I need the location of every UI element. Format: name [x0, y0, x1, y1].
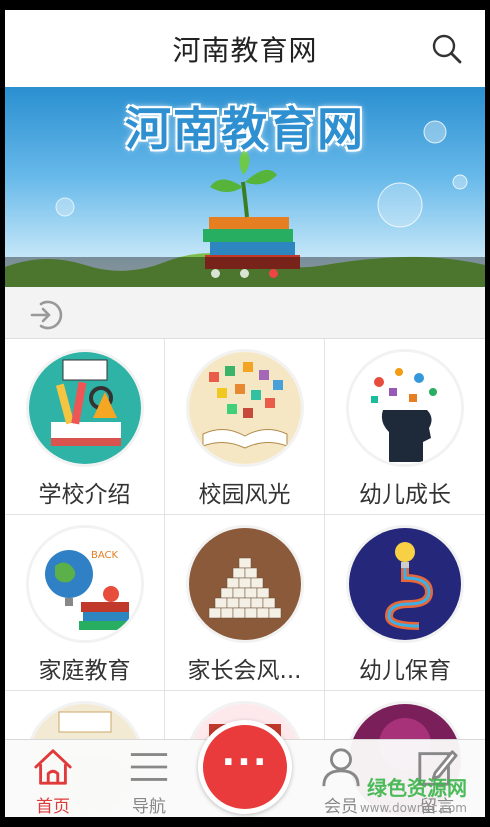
tab-navigation[interactable]: 导航	[101, 740, 197, 817]
carousel-dot[interactable]	[240, 269, 249, 278]
category-grid: 学校介绍 校园风光 幼儿成长 BACK 家庭教育 家长会风... 幼儿保育	[5, 339, 485, 827]
open-book-thumb	[185, 349, 304, 467]
page-title: 河南教育网	[172, 33, 318, 67]
education-lightbulb-thumb	[346, 525, 464, 643]
tab-label: 导航	[132, 797, 166, 817]
grid-item-label: 幼儿保育	[359, 658, 451, 684]
carousel-indicators	[211, 269, 278, 278]
head-ideas-thumb	[346, 349, 464, 467]
user-icon	[322, 748, 360, 787]
grid-item-child-growth[interactable]: 幼儿成长	[325, 339, 485, 515]
system-nav-bar	[5, 817, 485, 827]
alphabet-blocks-thumb	[185, 525, 304, 643]
grid-item-child-care[interactable]: 幼儿保育	[325, 515, 485, 691]
top-header: 河南教育网	[5, 10, 485, 87]
grid-item-label: 学校介绍	[38, 482, 131, 508]
globe-books-thumb: BACK	[25, 525, 144, 643]
back-to-school-thumb	[25, 349, 144, 467]
grid-item-label: 校园风光	[198, 482, 291, 508]
tab-label: 会员	[324, 797, 358, 817]
carousel-dot-active[interactable]	[269, 269, 278, 278]
grid-item-parent-meeting[interactable]: 家长会风...	[165, 515, 325, 691]
tab-home[interactable]: 首页	[5, 740, 101, 817]
tab-label: 留言	[420, 797, 454, 817]
menu-icon	[130, 753, 168, 781]
grid-item-school-intro[interactable]: 学校介绍	[5, 339, 165, 515]
logout-icon[interactable]	[29, 297, 65, 333]
more-button[interactable]: ···	[198, 720, 292, 814]
edit-icon	[418, 750, 458, 786]
search-icon[interactable]	[431, 33, 463, 65]
login-bar	[5, 287, 485, 339]
app-screen: 河南教育网 河南教育网 学校介绍 校园风光 幼儿成长 BACK 家庭教育 家长会…	[5, 0, 485, 827]
more-icon: ···	[221, 741, 269, 783]
grid-item-label: 家庭教育	[38, 658, 131, 684]
tab-member[interactable]: 会员	[293, 740, 389, 817]
banner-title: 河南教育网	[125, 102, 365, 156]
grid-item-label: 家长会风...	[187, 658, 302, 684]
home-icon	[34, 749, 72, 785]
banner-carousel[interactable]: 河南教育网	[5, 87, 485, 287]
status-bar	[5, 0, 485, 10]
svg-text:BACK: BACK	[91, 550, 119, 561]
grid-item-label: 幼儿成长	[359, 482, 451, 508]
tab-label: 首页	[36, 797, 70, 817]
carousel-dot[interactable]	[211, 269, 220, 278]
grid-item-family-education[interactable]: BACK 家庭教育	[5, 515, 165, 691]
grid-item-campus-scenery[interactable]: 校园风光	[165, 339, 325, 515]
tab-messages[interactable]: 留言	[389, 740, 485, 817]
